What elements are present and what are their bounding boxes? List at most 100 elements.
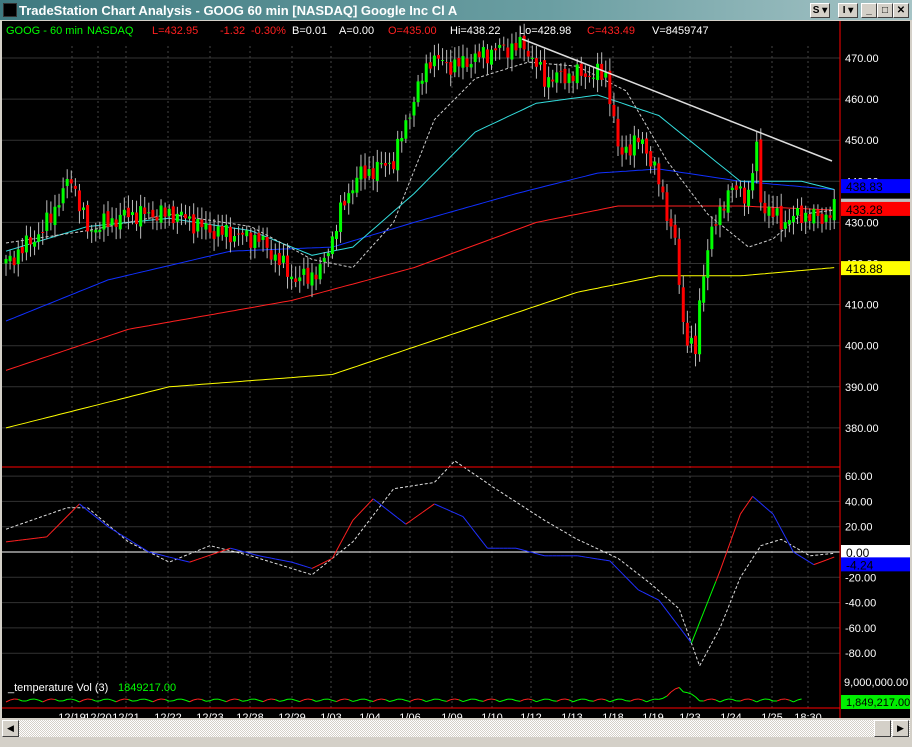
volume-line-segment bbox=[230, 698, 235, 701]
volume-line-segment bbox=[740, 698, 745, 702]
volume-line-segment bbox=[181, 698, 186, 701]
date-label: 12/29 bbox=[278, 712, 306, 718]
volume-line-segment bbox=[83, 698, 88, 701]
volume-line-segment bbox=[462, 699, 468, 703]
osc-line-segment bbox=[707, 591, 713, 603]
volume-line-segment bbox=[650, 698, 655, 701]
volume-marker-label: 1,849,217.00 bbox=[846, 697, 910, 709]
candle bbox=[208, 224, 212, 233]
date-label: 12/22 bbox=[154, 712, 182, 718]
volume-line-segment bbox=[483, 699, 488, 702]
volume-line-segment bbox=[246, 698, 251, 702]
candle bbox=[738, 186, 742, 189]
osc-line-segment bbox=[360, 507, 366, 513]
candle bbox=[755, 141, 759, 172]
scroll-thumb[interactable] bbox=[874, 720, 891, 737]
candle bbox=[653, 161, 657, 166]
osc-line-segment bbox=[674, 621, 680, 628]
candle bbox=[139, 206, 143, 227]
candle bbox=[791, 215, 795, 223]
candle bbox=[192, 214, 196, 234]
osc-line-segment bbox=[58, 520, 64, 525]
osc-line-segment bbox=[682, 632, 688, 639]
osc-line-segment bbox=[797, 554, 802, 558]
chart-area[interactable]: GOOG - 60 min NASDAQ L=432.95 -1.32 -0.3… bbox=[2, 21, 910, 724]
osc-line-segment bbox=[821, 559, 827, 563]
osc-line-segment bbox=[364, 502, 370, 508]
osc-line-segment bbox=[132, 541, 137, 545]
price-tick: 470.00 bbox=[845, 53, 879, 65]
osc-line-segment bbox=[593, 557, 598, 560]
osc-line-segment bbox=[287, 560, 292, 563]
volume-line-segment bbox=[75, 699, 80, 703]
candle bbox=[155, 216, 159, 221]
osc-line-segment bbox=[136, 543, 141, 548]
minimize-button[interactable]: _ bbox=[861, 3, 877, 18]
candle bbox=[649, 151, 653, 167]
close-button[interactable]: ✕ bbox=[893, 3, 909, 18]
candle bbox=[200, 219, 204, 228]
maximize-button[interactable]: □ bbox=[877, 3, 893, 18]
osc-line-segment bbox=[633, 585, 639, 591]
info-low: Lo=428.98 bbox=[519, 25, 571, 37]
candle bbox=[41, 231, 45, 233]
candle bbox=[612, 105, 616, 117]
candle bbox=[796, 207, 800, 216]
candle bbox=[269, 250, 273, 260]
scroll-left-button[interactable]: ◀ bbox=[2, 720, 19, 737]
s-menu-button[interactable]: S ▾ bbox=[810, 3, 830, 18]
volume-line-segment bbox=[540, 698, 545, 701]
ma-dashed-line bbox=[5, 61, 835, 269]
price-marker-label: 433.28 bbox=[846, 203, 883, 217]
osc-tick: -80.00 bbox=[845, 648, 876, 660]
candle bbox=[77, 190, 81, 212]
volume-line-segment bbox=[438, 698, 443, 702]
volume-line-segment bbox=[197, 698, 202, 701]
candle bbox=[669, 218, 673, 227]
volume-line-segment bbox=[79, 699, 84, 703]
volume-line-segment bbox=[776, 698, 782, 702]
volume-line-segment bbox=[621, 698, 627, 702]
candle bbox=[28, 237, 32, 245]
volume-line-segment bbox=[320, 698, 325, 702]
volume-line-segment bbox=[613, 698, 619, 701]
candle bbox=[412, 101, 416, 116]
volume-line-segment bbox=[405, 700, 411, 702]
date-label: 1/23 bbox=[679, 712, 700, 718]
candle bbox=[241, 232, 245, 235]
candle bbox=[126, 207, 130, 218]
scroll-right-button[interactable]: ▶ bbox=[892, 720, 909, 737]
volume-line-segment bbox=[683, 691, 688, 694]
candle bbox=[130, 212, 134, 216]
candle bbox=[143, 207, 147, 214]
horizontal-scrollbar[interactable]: ◀ ▶ bbox=[2, 720, 910, 737]
volume-line-segment bbox=[556, 699, 562, 702]
volume-line-segment bbox=[585, 698, 590, 702]
volume-line-segment bbox=[499, 699, 504, 703]
date-label: 1/04 bbox=[359, 712, 380, 718]
volume-line-segment bbox=[328, 698, 333, 701]
candle bbox=[334, 231, 338, 239]
date-label: 12/20 bbox=[84, 712, 112, 718]
candle bbox=[359, 166, 363, 180]
i-menu-button[interactable]: I ▾ bbox=[838, 3, 858, 18]
candle bbox=[12, 257, 16, 266]
osc-line-segment bbox=[230, 547, 235, 550]
osc-line-segment bbox=[585, 556, 590, 559]
chart-svg[interactable]: GOOG - 60 min NASDAQ L=432.95 -1.32 -0.3… bbox=[2, 21, 910, 724]
candle bbox=[204, 223, 208, 230]
osc-line-segment bbox=[829, 556, 835, 560]
candle bbox=[57, 205, 61, 208]
osc-line-segment bbox=[409, 517, 415, 522]
osc-line-segment bbox=[532, 552, 537, 555]
candle bbox=[24, 235, 28, 253]
candle bbox=[820, 213, 824, 224]
candle bbox=[559, 70, 563, 72]
osc-line-segment bbox=[181, 559, 186, 562]
candle bbox=[286, 255, 290, 277]
candle bbox=[294, 278, 298, 283]
volume-line-segment bbox=[189, 699, 194, 703]
osc-line-segment bbox=[271, 557, 276, 560]
osc-tick: -20.00 bbox=[845, 572, 876, 584]
osc-line-segment bbox=[601, 559, 606, 561]
